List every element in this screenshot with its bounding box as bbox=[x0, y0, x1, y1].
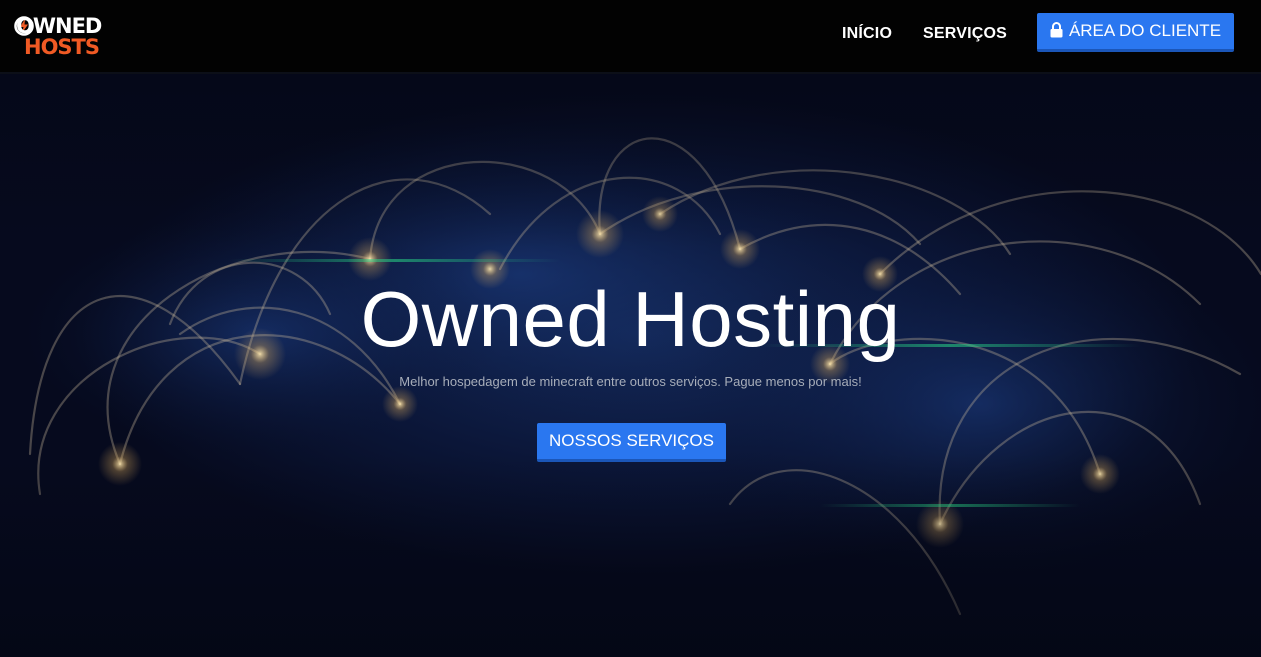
our-services-button[interactable]: NOSSOS SERVIÇOS bbox=[537, 423, 726, 462]
hero-subtitle: Melhor hospedagem de minecraft entre out… bbox=[399, 374, 862, 389]
top-navbar: OWNED HOSTS INÍCIO SERVIÇOS ÁREA DO CLIE… bbox=[0, 0, 1261, 74]
nav-link-inicio[interactable]: INÍCIO bbox=[842, 25, 892, 43]
client-area-label: ÁREA DO CLIENTE bbox=[1068, 21, 1222, 40]
client-area-button[interactable]: ÁREA DO CLIENTE bbox=[1037, 13, 1234, 52]
hero-section: Owned Hosting Melhor hospedagem de minec… bbox=[0, 74, 1261, 657]
nav-link-servicos[interactable]: SERVIÇOS bbox=[923, 25, 1007, 43]
logo-text-hosts: HOSTS bbox=[24, 35, 100, 59]
hero-title: Owned Hosting bbox=[360, 275, 901, 363]
owned-hosts-logo[interactable]: OWNED HOSTS bbox=[14, 12, 109, 60]
hero-overlay bbox=[0, 74, 1261, 657]
lock-icon bbox=[1050, 22, 1063, 38]
